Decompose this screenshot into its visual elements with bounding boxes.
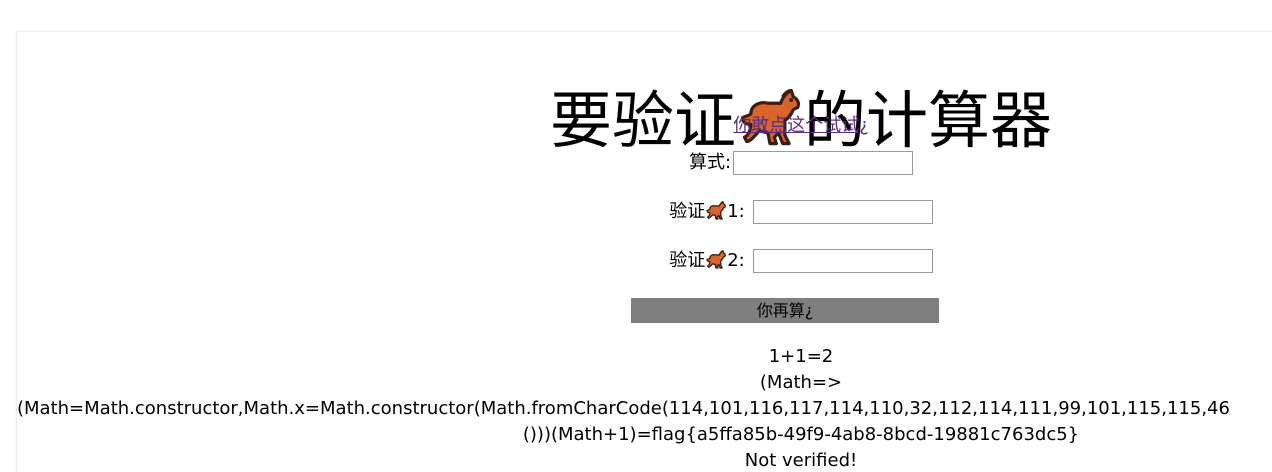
verify1-row: 验证 1: xyxy=(17,199,1272,225)
verify1-label-prefix: 验证 xyxy=(669,201,706,222)
result-line-1: 1+1=2 xyxy=(768,346,834,367)
result-line-3: (Math=Math.constructor,Math.x=Math.const… xyxy=(17,398,1230,419)
horse-icon xyxy=(706,201,727,220)
try-it-link[interactable]: 你敢点这个试试¿ xyxy=(17,114,1272,138)
result-line-4: ()))(Math+1)=flag{a5ffa85b-49f9-4ab8-8bc… xyxy=(522,424,1080,445)
verify2-label: 验证 2: xyxy=(669,248,745,274)
calculate-button[interactable]: 你再算¿ xyxy=(631,298,939,323)
verify2-label-prefix: 验证 xyxy=(669,250,706,271)
formula-input[interactable] xyxy=(733,151,914,175)
verify2-row: 验证 2: xyxy=(17,248,1272,274)
verify2-label-suffix: 2: xyxy=(727,250,745,271)
verify1-label-suffix: 1: xyxy=(727,201,745,222)
horse-icon xyxy=(706,250,727,269)
result-line-5: Not verified! xyxy=(744,450,858,471)
formula-label: 算式: xyxy=(688,152,732,173)
calculator-card: 要验证 的计算器 你敢点这个试试¿ 算式: 验证 1: 验证 2: 你再算¿ 1… xyxy=(16,31,1272,472)
formula-row: 算式: xyxy=(17,150,1272,176)
verify2-input[interactable] xyxy=(752,249,933,273)
verify1-label: 验证 1: xyxy=(669,199,745,225)
result-line-2: (Math=> xyxy=(759,372,843,393)
verify1-input[interactable] xyxy=(752,200,933,224)
